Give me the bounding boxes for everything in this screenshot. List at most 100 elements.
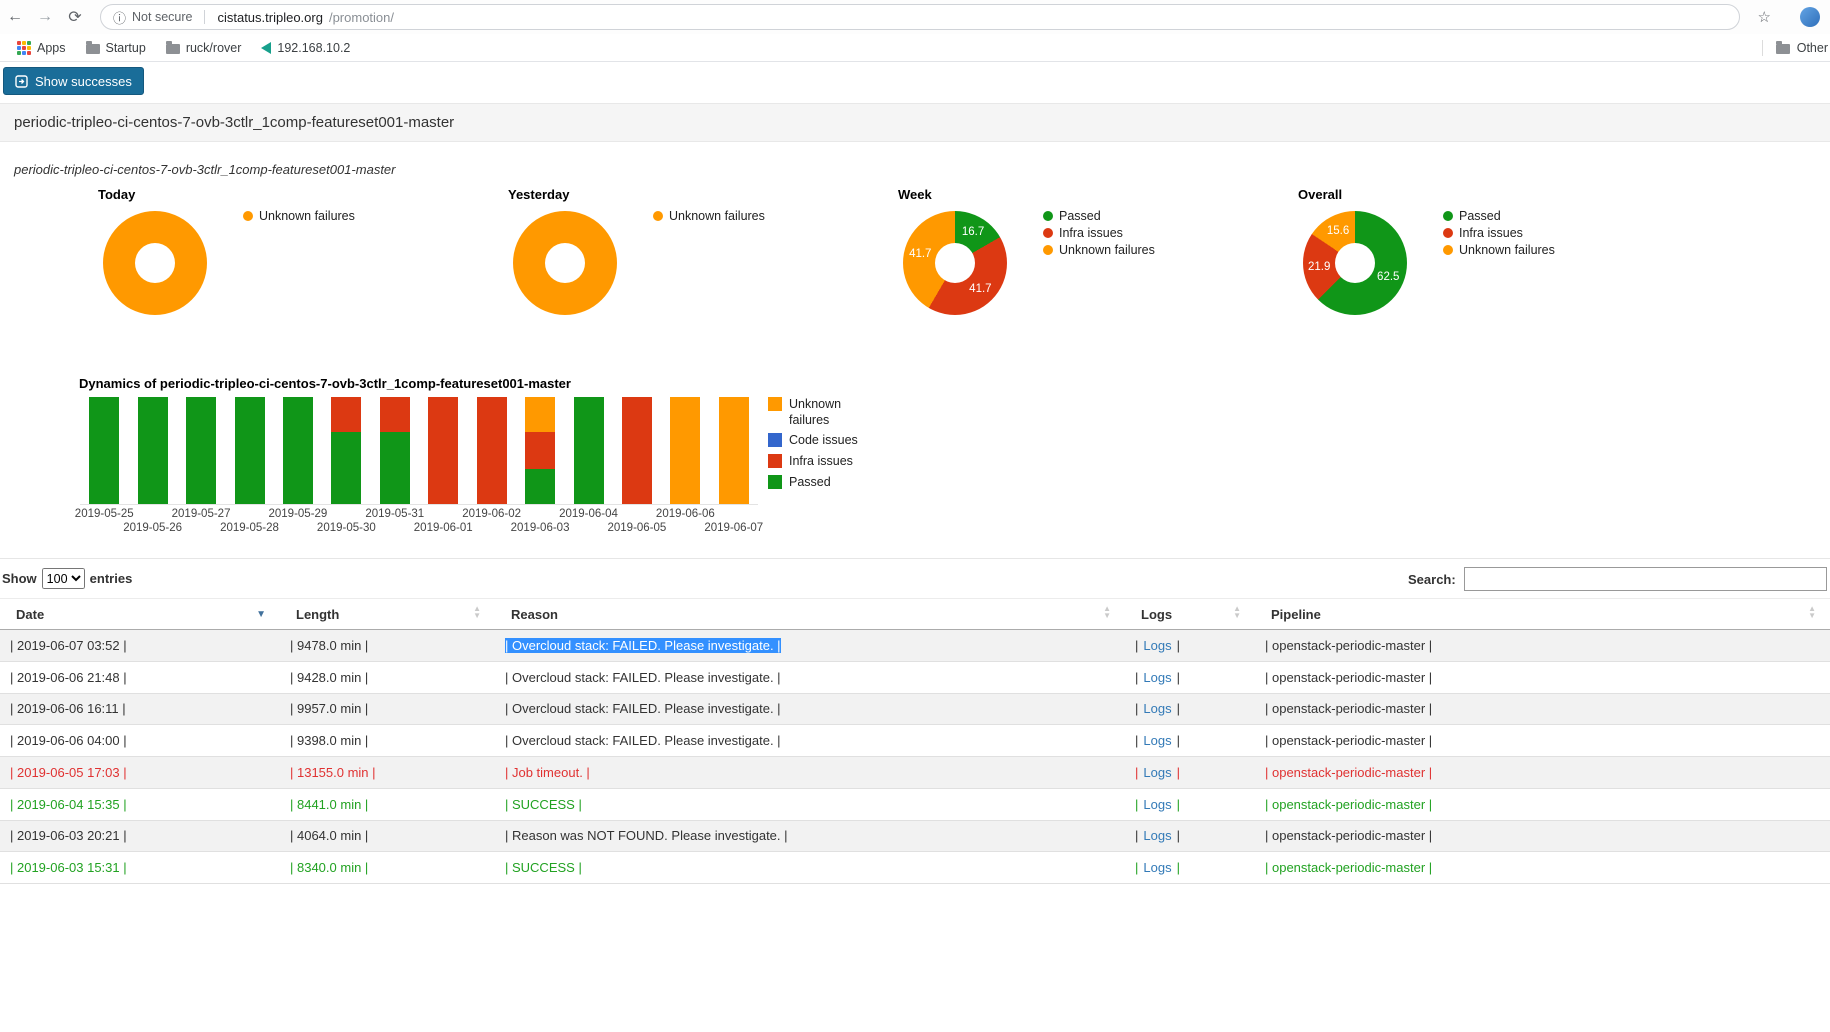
bar-segment-infra-issues — [331, 397, 361, 432]
legend-item: Unknown failures — [1043, 243, 1155, 257]
chart-legend: Passed Infra issues Unknown failures — [1443, 209, 1555, 257]
other-bookmarks[interactable]: Other — [1752, 34, 1830, 61]
cell-pipeline: | openstack-periodic-master | — [1265, 670, 1432, 685]
logs-link[interactable]: Logs — [1143, 733, 1171, 748]
column-header-date[interactable]: Date ▼ — [0, 599, 280, 629]
bookmark-star-icon[interactable]: ☆ — [1758, 8, 1771, 26]
logs-link[interactable]: Logs — [1143, 638, 1171, 653]
bookmark-192-168-10-2[interactable]: 192.168.10.2 — [252, 38, 359, 58]
bar-2019-05-25 — [89, 397, 119, 504]
x-axis-label: 2019-05-26 — [111, 522, 195, 534]
pie-slice-label: 15.6 — [1327, 225, 1349, 237]
legend-color-dot — [1043, 245, 1053, 255]
table-row: | 2019-06-04 15:35 | | 8441.0 min | | SU… — [0, 789, 1830, 821]
profile-icon[interactable] — [1800, 7, 1820, 27]
address-bar[interactable]: ⓘ Not secure cistatus.tripleo.org/promot… — [100, 4, 1740, 30]
column-header-pipeline[interactable]: Pipeline ▲▼ — [1255, 599, 1830, 629]
x-axis-label: 2019-05-28 — [208, 522, 292, 534]
page-info-icon[interactable]: ⓘ — [113, 8, 126, 27]
column-header-reason[interactable]: Reason ▲▼ — [495, 599, 1125, 629]
bookmark-label: Startup — [106, 41, 146, 55]
cell-date: | 2019-06-06 16:11 | — [10, 701, 126, 716]
back-icon[interactable]: ← — [0, 8, 30, 26]
pipe: | — [1177, 828, 1180, 843]
logs-link[interactable]: Logs — [1143, 828, 1171, 843]
column-header-length[interactable]: Length ▲▼ — [280, 599, 495, 629]
browser-window: ← → ⟳ ⓘ Not secure cistatus.tripleo.org/… — [0, 0, 1830, 1032]
logs-link[interactable]: Logs — [1143, 765, 1171, 780]
table-header: Date ▼ Length ▲▼ Reason ▲▼ Logs ▲▼ Pipel… — [0, 598, 1830, 630]
cell-reason: | Overcloud stack: FAILED. Please invest… — [505, 733, 781, 748]
x-axis-label: 2019-06-03 — [498, 522, 582, 534]
bookmark-folder-ruck-rover[interactable]: ruck/rover — [157, 38, 251, 58]
logs-link[interactable]: Logs — [1143, 797, 1171, 812]
x-axis-label: 2019-06-07 — [692, 522, 776, 534]
pipe: | — [1135, 670, 1138, 685]
bar-chart-title: Dynamics of periodic-tripleo-ci-centos-7… — [79, 376, 571, 391]
donut-chart-overall: 62.521.915.6 — [1303, 211, 1407, 315]
cell-pipeline: | openstack-periodic-master | — [1265, 701, 1432, 716]
logs-link[interactable]: Logs — [1143, 860, 1171, 875]
chart-title: Overall — [1298, 187, 1342, 202]
x-axis-label: 2019-06-06 — [643, 508, 727, 520]
x-axis-label: 2019-06-05 — [595, 522, 679, 534]
pipe: | — [1135, 701, 1138, 716]
pipe: | — [1177, 797, 1180, 812]
url-host: cistatus.tripleo.org — [217, 10, 323, 25]
sort-icons: ▲▼ — [1233, 605, 1241, 619]
legend-item: Passed — [1043, 209, 1155, 223]
folder-icon — [166, 44, 180, 54]
cell-date: | 2019-06-06 04:00 | — [10, 733, 127, 748]
table-row: | 2019-06-03 20:21 | | 4064.0 min | | Re… — [0, 821, 1830, 853]
entries-label: entries — [90, 571, 133, 586]
cell-length: | 9398.0 min | — [290, 733, 368, 748]
folder-icon — [86, 44, 100, 54]
table-row: | 2019-06-05 17:03 | | 13155.0 min | | J… — [0, 757, 1830, 789]
column-label: Logs — [1141, 607, 1172, 622]
table-row: | 2019-06-03 15:31 | | 8340.0 min | | SU… — [0, 852, 1830, 884]
bookmark-apps[interactable]: Apps — [8, 38, 75, 58]
donut-hole — [1335, 243, 1375, 283]
show-successes-label: Show successes — [35, 74, 132, 89]
bookmarks-bar: Apps Startup ruck/rover 192.168.10.2 Oth… — [0, 34, 1830, 62]
bar-chart-legend: Unknown failures Code issues Infra issue… — [768, 397, 865, 490]
legend-color-square — [768, 475, 782, 489]
bookmark-label: Apps — [37, 41, 66, 55]
x-axis-label: 2019-05-29 — [256, 508, 340, 520]
legend-label: Infra issues — [1059, 226, 1123, 240]
search-input[interactable] — [1464, 567, 1827, 591]
stacked-bar-chart — [80, 397, 758, 505]
legend-item: Unknown failures — [653, 209, 765, 223]
site-favicon-icon — [261, 42, 271, 54]
pie-slice-label: 41.7 — [909, 248, 931, 260]
cell-pipeline: | openstack-periodic-master | — [1265, 638, 1432, 653]
summary-charts: Today Unknown failures Yesterday Unknown… — [0, 185, 1830, 350]
legend-color-square — [768, 397, 782, 411]
forward-icon[interactable]: → — [30, 8, 60, 26]
column-header-logs[interactable]: Logs ▲▼ — [1125, 599, 1255, 629]
donut-chart-today — [103, 211, 207, 315]
bar-chart-x-axis: 2019-05-252019-05-262019-05-272019-05-28… — [80, 508, 758, 540]
logs-link[interactable]: Logs — [1143, 670, 1171, 685]
bar-2019-06-07 — [719, 397, 749, 504]
legend-label: Passed — [789, 475, 865, 491]
bar-2019-05-29 — [283, 397, 313, 504]
legend-label: Unknown failures — [669, 209, 765, 223]
legend-item: Infra issues — [1443, 226, 1555, 240]
chart-title: Week — [898, 187, 932, 202]
page-size-select[interactable]: 100 — [42, 568, 85, 589]
legend-label: Unknown failures — [1059, 243, 1155, 257]
bookmark-folder-startup[interactable]: Startup — [77, 38, 155, 58]
legend-item: Infra issues — [1043, 226, 1155, 240]
pipe: | — [1177, 733, 1180, 748]
legend-color-dot — [1443, 211, 1453, 221]
cell-reason: | Overcloud stack: FAILED. Please invest… — [505, 701, 781, 716]
bar-segment-passed — [89, 397, 119, 504]
reload-icon[interactable]: ⟳ — [60, 7, 90, 27]
cell-date: | 2019-06-03 20:21 | — [10, 828, 127, 843]
bar-segment-infra-issues — [622, 397, 652, 504]
logs-link[interactable]: Logs — [1143, 701, 1171, 716]
show-successes-button[interactable]: Show successes — [3, 67, 144, 95]
bar-2019-06-04 — [574, 397, 604, 504]
pipe: | — [1135, 638, 1138, 653]
